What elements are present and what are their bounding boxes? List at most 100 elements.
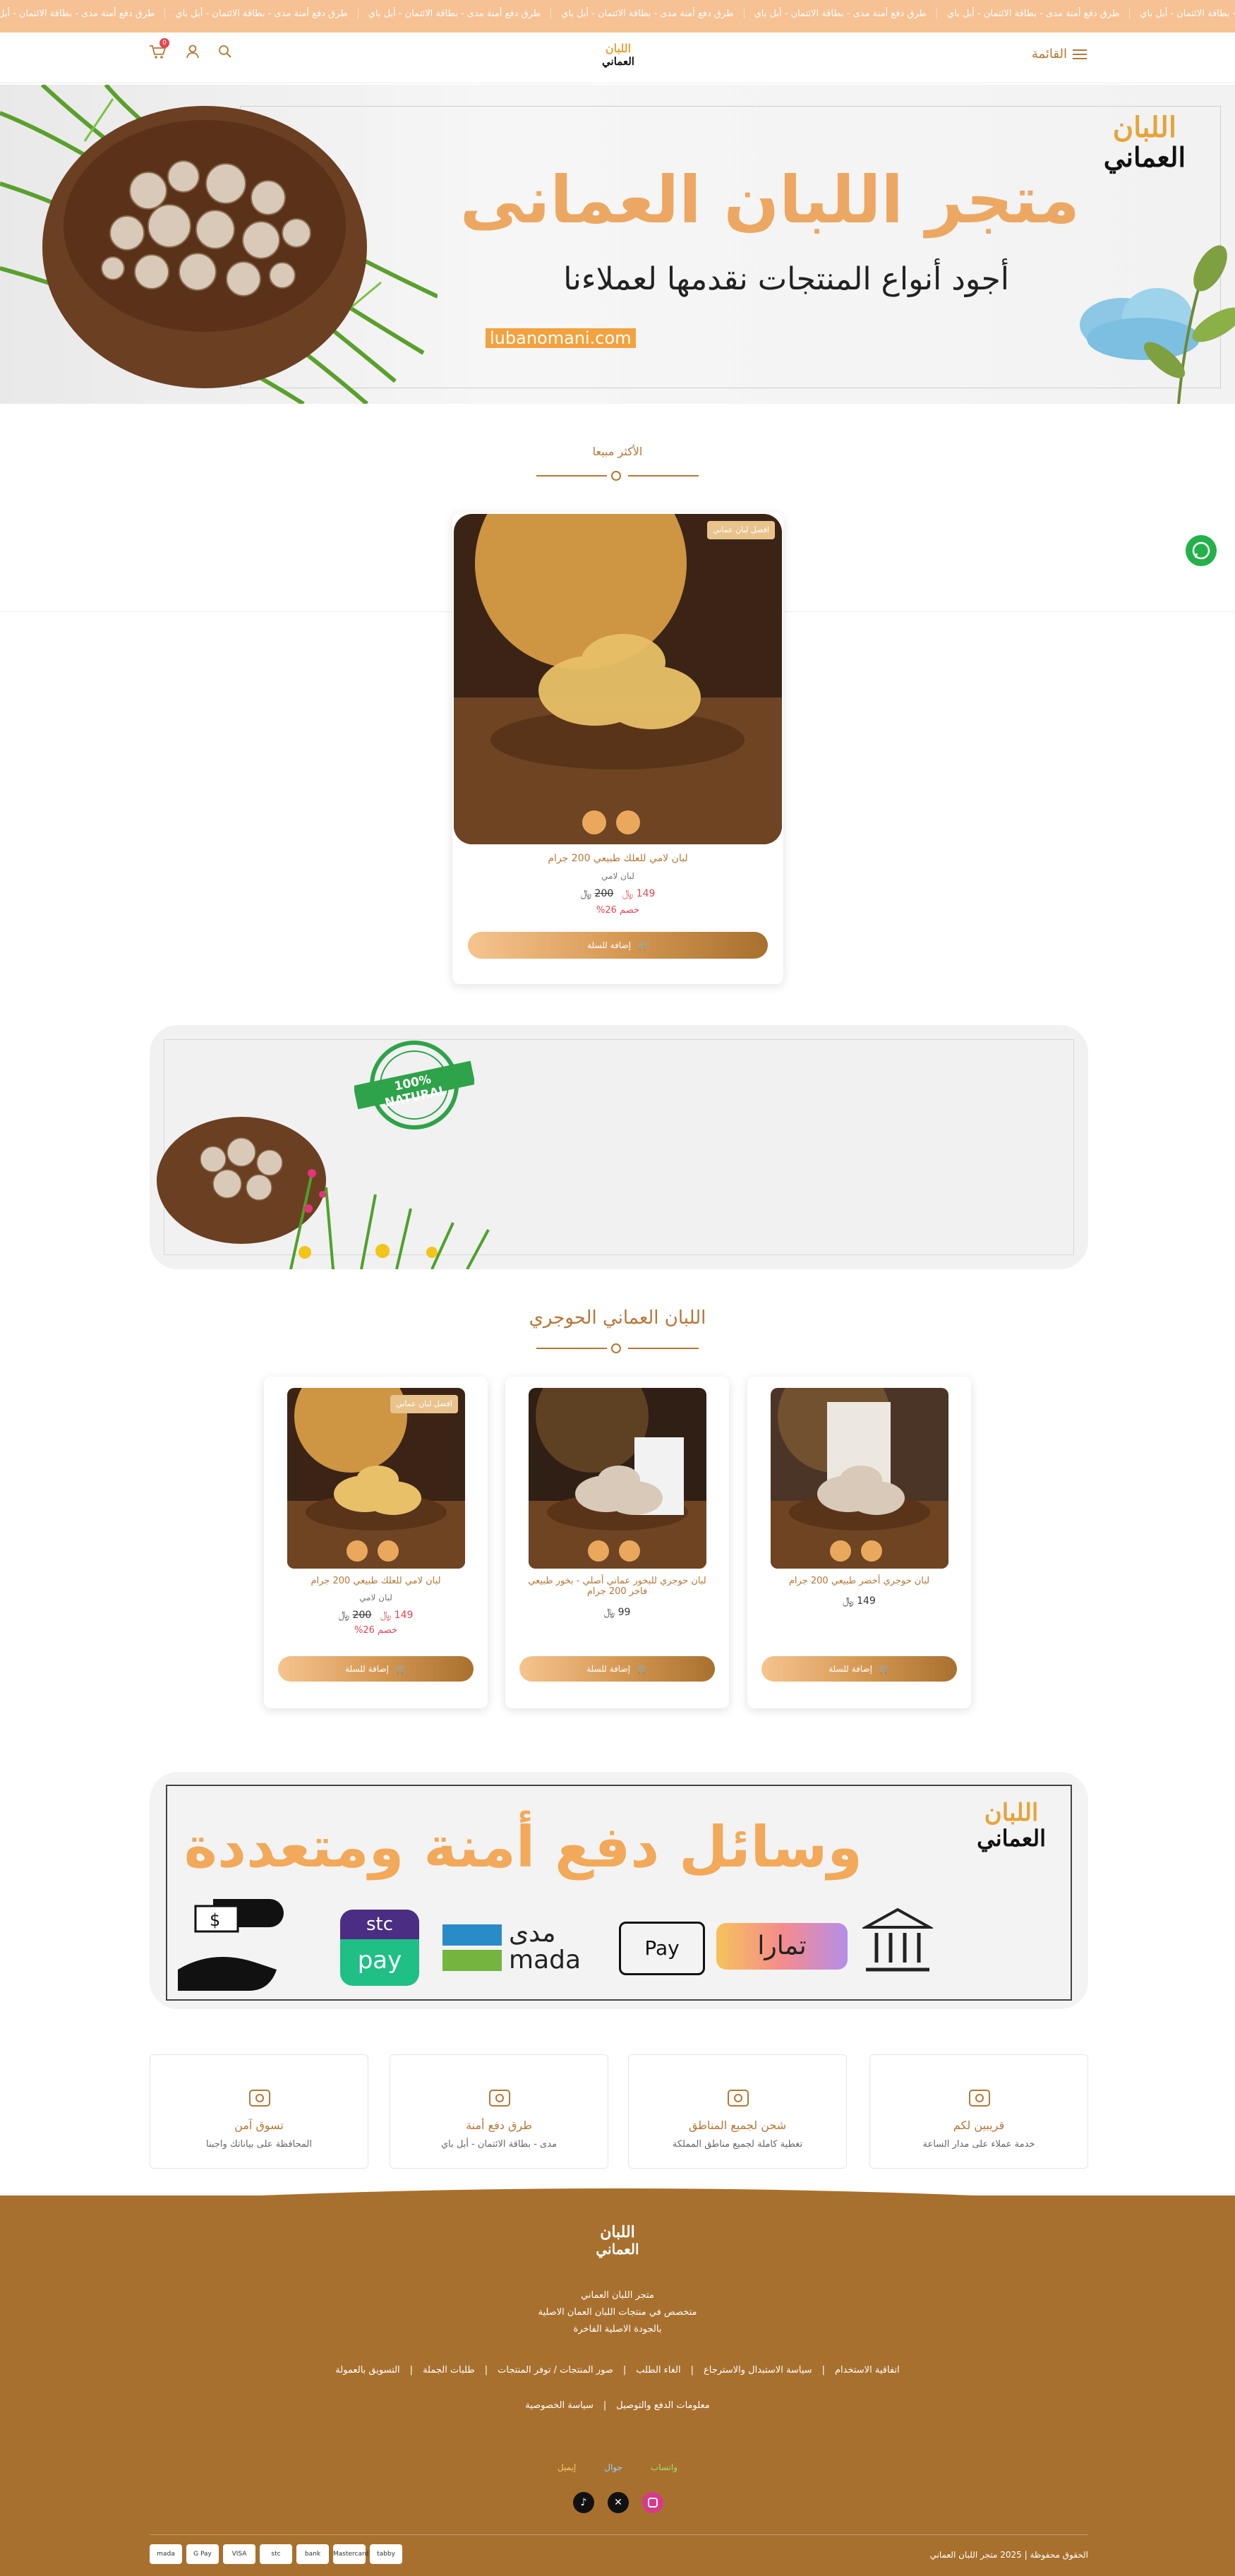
x-icon[interactable]: ✕ xyxy=(608,2492,629,2513)
feature-card: تسوق آمن المحافظة على بياناتك واجبنا xyxy=(150,2054,368,2169)
riyal-icon: ﷼ xyxy=(338,1610,353,1621)
product-image[interactable] xyxy=(529,1388,706,1569)
feature-desc: تغطية كاملة لجميع مناطق المملكة xyxy=(672,2139,803,2150)
natural-banner[interactable]: 100% NATURAL xyxy=(150,1025,1088,1269)
mada-logo: مدى mada xyxy=(442,1919,591,1977)
payment-icon xyxy=(489,2090,510,2107)
heart-icon[interactable] xyxy=(616,810,640,834)
natural-stamp: 100% NATURAL xyxy=(353,1039,476,1131)
footer-link[interactable]: الغاء الطلب xyxy=(636,2365,680,2376)
hojari-title: اللبان العماني الحوجري xyxy=(529,1307,706,1329)
discount-label: خصم 26% xyxy=(354,1625,397,1636)
product-name[interactable]: لبان لامي للعلك طبيعي 200 جرام xyxy=(452,853,783,864)
lock-icon xyxy=(249,2090,270,2107)
footer-link[interactable]: صور المنتجات / توفر المنتجات xyxy=(498,2365,613,2376)
price-new: 149 xyxy=(636,888,656,899)
frankincense-image xyxy=(529,1388,706,1569)
footer-link[interactable]: اتفاقية الاستخدام xyxy=(835,2365,900,2376)
add-to-cart-label: إضافة للسلة xyxy=(345,1664,389,1674)
search-icon[interactable] xyxy=(216,42,234,61)
section-divider xyxy=(536,469,699,483)
whatsapp-icon xyxy=(1192,541,1210,560)
riyal-icon: ﷼ xyxy=(580,888,595,899)
heart-icon[interactable] xyxy=(378,1540,399,1562)
price-row: 99 ﷼ xyxy=(505,1607,729,1618)
frankincense-plate-image xyxy=(454,514,782,844)
payment-banner-logo: اللبان العماني xyxy=(977,1799,1046,1852)
hero-url: lubanomani.com xyxy=(486,328,636,348)
announcement-ticker: طرق دفع أمنة مدى - بطاقة الائتمان - أبل … xyxy=(0,0,1235,32)
whatsapp-link[interactable]: واتساب xyxy=(651,2462,677,2472)
ticker-item: طرق دفع أمنة مدى - بطاقة الائتمان - أبل … xyxy=(550,8,743,19)
truck-icon xyxy=(728,2090,749,2107)
bowl-and-flowers-image xyxy=(157,1117,490,1269)
product-image[interactable]: افضل لبان عماني xyxy=(287,1388,465,1569)
hero-subtitle: أجود أنواع المنتجات نقدمها لعملاءنا xyxy=(563,261,1009,297)
eye-icon[interactable] xyxy=(830,1540,851,1562)
svg-text:$: $ xyxy=(210,1910,220,1930)
eye-icon[interactable] xyxy=(347,1540,368,1562)
cart-icon: 🛒 xyxy=(879,1664,890,1674)
feature-title: تسوق آمن xyxy=(234,2119,284,2132)
ticker-item: طرق دفع أمنة مدى - بطاقة الائتمان - أبل … xyxy=(936,8,1129,19)
footer-link[interactable]: سياسة الخصوصية xyxy=(525,2400,594,2411)
price-new: 149 xyxy=(394,1610,414,1621)
tiktok-icon[interactable]: ♪ xyxy=(573,2492,594,2513)
product-category: لبان لامي xyxy=(359,1593,392,1602)
heart-icon[interactable] xyxy=(619,1540,640,1562)
product-name[interactable]: لبان حوجري للبخور عماني أصلي - بخور طبيع… xyxy=(519,1576,715,1597)
footer-link[interactable]: سياسة الاستبدال والاسترجاع xyxy=(704,2365,812,2376)
add-to-cart-button[interactable]: 🛒 إضافة للسلة xyxy=(278,1656,474,1682)
footer-payment-methods: mada G Pay VISA stc bank Mastercard tabby xyxy=(150,2544,402,2564)
payment-banner[interactable]: وسائل دفع أمنة ومتعددة اللبان العماني $ … xyxy=(150,1772,1088,2009)
mobile-link[interactable]: جوال xyxy=(604,2462,622,2472)
logo-top-text: اللبان xyxy=(605,42,632,55)
product-name[interactable]: لبان حوجري أخضر طبيعي 200 جرام xyxy=(761,1576,957,1586)
email-link[interactable]: إيميل xyxy=(558,2462,576,2472)
product-card[interactable]: افضل لبان عماني لبان لامي للعلك طبيعي 20… xyxy=(264,1377,488,1708)
cart-icon[interactable]: 0 xyxy=(148,38,169,61)
product-card[interactable]: لبان حوجري للبخور عماني أصلي - بخور طبيع… xyxy=(505,1377,729,1708)
product-name[interactable]: لبان لامي للعلك طبيعي 200 جرام xyxy=(278,1576,474,1586)
payment-method-chip: G Pay xyxy=(186,2544,219,2564)
eye-icon[interactable] xyxy=(582,810,606,834)
whatsapp-float-button[interactable] xyxy=(1186,535,1217,566)
heart-icon[interactable] xyxy=(861,1540,882,1562)
feature-title: طرق دفع أمنة xyxy=(466,2119,532,2132)
feature-desc: خدمة عملاء على مدار الساعة xyxy=(922,2139,1035,2150)
stc-pay-logo: stc pay xyxy=(340,1910,419,1986)
hero-banner[interactable]: متجر اللبان العمانى أجود أنواع المنتجات … xyxy=(0,85,1235,404)
add-to-cart-button[interactable]: 🛒 إضافة للسلة xyxy=(519,1656,715,1682)
add-to-cart-button[interactable]: 🛒 إضافة للسلة xyxy=(468,932,768,959)
product-badge: افضل لبان عماني xyxy=(707,521,775,539)
footer-link[interactable]: طلبات الجملة xyxy=(423,2365,475,2376)
menu-button[interactable]: القائمة xyxy=(1032,47,1087,61)
product-card[interactable]: افضل لبان عماني لبان لامي للعلك طبيعي 20… xyxy=(452,513,783,984)
price-old: 200 xyxy=(594,888,614,899)
product-image[interactable] xyxy=(771,1388,948,1569)
product-card[interactable]: لبان حوجري أخضر طبيعي 200 جرام 149 ﷼ 🛒 إ… xyxy=(747,1377,971,1708)
riyal-icon: ﷼ xyxy=(380,1610,394,1621)
add-to-cart-button[interactable]: 🛒 إضافة للسلة xyxy=(761,1656,957,1682)
hero-title: متجر اللبان العمانى xyxy=(459,162,1080,238)
cart-icon: 🛒 xyxy=(637,1664,648,1674)
ticker-item: طرق دفع أمنة مدى - بطاقة الائتمان - أبل … xyxy=(357,8,550,19)
footer-link[interactable]: معلومات الدفع والتوصيل xyxy=(616,2400,710,2411)
copyright-text: الحقوق محفوظة | 2025 متجر اللبان العماني xyxy=(929,2550,1088,2560)
link-separator: | xyxy=(409,2365,414,2376)
menu-label: القائمة xyxy=(1031,47,1067,61)
price-old: 200 xyxy=(352,1610,372,1621)
feature-title: شحن لجميع المناطق xyxy=(688,2119,787,2132)
eye-icon[interactable] xyxy=(588,1540,609,1562)
header-logo[interactable]: اللبان العماني xyxy=(601,42,635,73)
footer-logo[interactable]: اللبان العماني xyxy=(593,2224,642,2258)
product-image[interactable]: افضل لبان عماني xyxy=(454,514,782,844)
instagram-icon[interactable] xyxy=(642,2492,663,2513)
riyal-icon: ﷼ xyxy=(843,1595,857,1607)
frankincense-image xyxy=(771,1388,948,1569)
hamburger-icon xyxy=(1073,49,1087,59)
user-icon[interactable] xyxy=(183,42,202,61)
footer-link[interactable]: التسويق بالعمولة xyxy=(335,2365,399,2376)
footer-divider xyxy=(150,2534,1088,2535)
apple-pay-logo: Pay xyxy=(619,1922,705,1975)
